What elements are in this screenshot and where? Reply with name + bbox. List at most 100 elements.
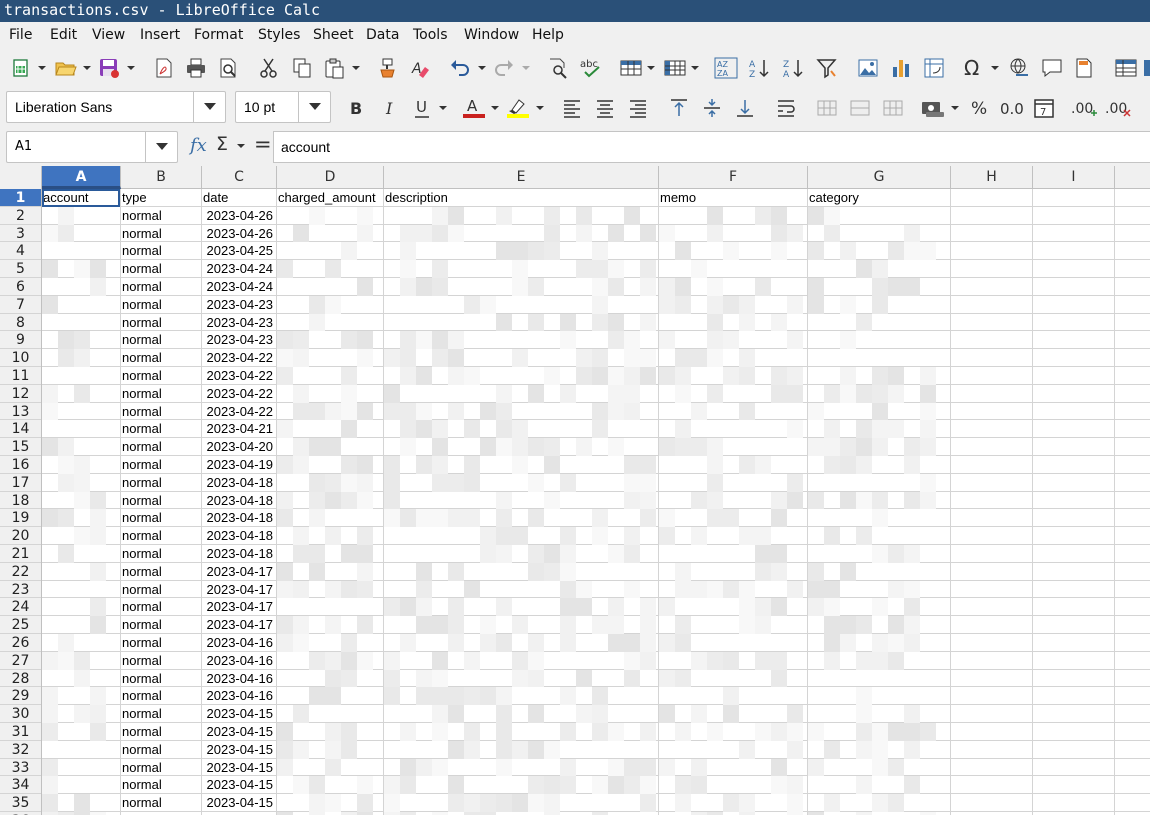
cut-icon[interactable]: [256, 54, 282, 82]
header-cell-memo[interactable]: memo: [659, 189, 807, 207]
row-icon[interactable]: [618, 54, 644, 82]
cell-date[interactable]: 2023-04-15: [202, 723, 276, 741]
highlight-dropdown-icon[interactable]: [535, 94, 545, 122]
row-header-22[interactable]: 22: [0, 563, 41, 581]
row-header-24[interactable]: 24: [0, 598, 41, 617]
bold-icon[interactable]: B: [343, 94, 369, 122]
paste-dropdown-icon[interactable]: [351, 54, 361, 82]
column-header-g[interactable]: G: [808, 166, 951, 189]
row-header-26[interactable]: 26: [0, 634, 41, 652]
cell-type[interactable]: normal: [121, 687, 201, 705]
print-preview-icon[interactable]: [215, 54, 241, 82]
row-header-21[interactable]: 21: [0, 545, 41, 563]
row-header-5[interactable]: 5: [0, 260, 41, 278]
cell-type[interactable]: normal: [121, 652, 201, 670]
cell-date[interactable]: 2023-04-26: [202, 225, 276, 243]
cell-date[interactable]: 2023-04-18: [202, 527, 276, 545]
row-header-34[interactable]: 34: [0, 776, 41, 795]
menu-data[interactable]: Data: [366, 22, 399, 48]
row-header-11[interactable]: 11: [0, 367, 41, 385]
copy-icon[interactable]: [289, 54, 315, 82]
italic-icon[interactable]: I: [377, 94, 403, 122]
find-replace-icon[interactable]: [545, 54, 571, 82]
row-header-12[interactable]: 12: [0, 385, 41, 403]
cell-date[interactable]: 2023-04-22: [202, 367, 276, 385]
row-header-6[interactable]: 6: [0, 278, 41, 296]
cell-type[interactable]: normal: [121, 349, 201, 367]
underline-dropdown-icon[interactable]: [438, 94, 448, 122]
cell-type[interactable]: normal: [121, 385, 201, 403]
row-header-35[interactable]: 35: [0, 794, 41, 812]
new-dropdown-icon[interactable]: [37, 54, 47, 82]
menu-styles[interactable]: Styles: [258, 22, 300, 48]
chevron-down-icon[interactable]: [298, 92, 330, 122]
sort-icon[interactable]: AZ ZA: [713, 54, 739, 82]
column-dropdown-icon[interactable]: [690, 54, 700, 82]
row-header-32[interactable]: 32: [0, 741, 41, 759]
cell-type[interactable]: normal: [121, 242, 201, 260]
menu-view[interactable]: View: [92, 22, 125, 48]
align-center-icon[interactable]: [592, 94, 618, 122]
cell-type[interactable]: normal: [121, 598, 201, 616]
column-header-d[interactable]: D: [277, 166, 384, 189]
cell-type[interactable]: normal: [121, 616, 201, 634]
print-icon[interactable]: [183, 54, 209, 82]
select-all-corner[interactable]: [0, 166, 42, 189]
cell-date[interactable]: 2023-04-16: [202, 670, 276, 688]
cell-type[interactable]: normal: [121, 492, 201, 510]
cell-date[interactable]: 2023-04-15: [202, 705, 276, 723]
cell-date[interactable]: 2023-04-20: [202, 438, 276, 456]
export-pdf-icon[interactable]: [151, 54, 177, 82]
cell-date[interactable]: 2023-04-24: [202, 278, 276, 296]
number-format-icon[interactable]: 0.0: [998, 94, 1024, 122]
cell-date[interactable]: 2023-04-22: [202, 403, 276, 421]
merge-cells-icon[interactable]: [847, 94, 873, 122]
row-header-23[interactable]: 23: [0, 581, 41, 599]
special-character-dropdown-icon[interactable]: [990, 54, 1000, 82]
hyperlink-icon[interactable]: [1006, 54, 1032, 82]
cell-type[interactable]: normal: [121, 527, 201, 545]
menu-window[interactable]: Window: [464, 22, 519, 48]
image-icon[interactable]: [855, 54, 881, 82]
function-wizard-icon[interactable]: 𝑓x: [190, 135, 207, 156]
cell-type[interactable]: normal: [121, 314, 201, 332]
cell-type[interactable]: normal: [121, 403, 201, 421]
cell-date[interactable]: 2023-04-23: [202, 296, 276, 314]
overflow-icon[interactable]: [1144, 54, 1150, 82]
cell-date[interactable]: 2023-04-15: [202, 759, 276, 777]
paste-icon[interactable]: [321, 54, 347, 82]
row-dropdown-icon[interactable]: [646, 54, 656, 82]
redo-dropdown-icon[interactable]: [521, 54, 531, 82]
column-header-h[interactable]: H: [951, 166, 1033, 189]
cell-date[interactable]: 2023-04-23: [202, 331, 276, 349]
open-icon[interactable]: [52, 54, 80, 82]
sum-dropdown-icon[interactable]: [237, 138, 245, 153]
cell-date[interactable]: 2023-04-18: [202, 545, 276, 563]
row-header-4[interactable]: 4: [0, 242, 41, 261]
font-name-combobox[interactable]: Liberation Sans: [6, 91, 226, 123]
align-right-icon[interactable]: [625, 94, 651, 122]
add-decimal-icon[interactable]: .00: [1070, 94, 1098, 122]
align-bottom-icon[interactable]: [732, 94, 758, 122]
cell-type[interactable]: normal: [121, 296, 201, 314]
row-header-18[interactable]: 18: [0, 492, 41, 510]
cell-date[interactable]: 2023-04-18: [202, 474, 276, 492]
header-cell-category[interactable]: category: [808, 189, 950, 207]
column-header-a[interactable]: A: [42, 166, 121, 189]
cell-type[interactable]: normal: [121, 581, 201, 599]
cell-type[interactable]: normal: [121, 723, 201, 741]
cell-date[interactable]: 2023-04-25: [202, 242, 276, 260]
cell-type[interactable]: normal: [121, 456, 201, 474]
cell-date[interactable]: 2023-04-16: [202, 687, 276, 705]
cell-date[interactable]: 2023-04-17: [202, 581, 276, 599]
menu-format[interactable]: Format: [194, 22, 243, 48]
row-header-29[interactable]: 29: [0, 687, 41, 706]
special-character-icon[interactable]: Ω: [960, 54, 986, 82]
row-header-31[interactable]: 31: [0, 723, 41, 741]
column-header-e[interactable]: E: [384, 166, 659, 189]
cell-date[interactable]: 2023-04-15: [202, 794, 276, 812]
header-cell-type[interactable]: type: [121, 189, 201, 207]
row-header-2[interactable]: 2: [0, 207, 41, 225]
row-header-13[interactable]: 13: [0, 403, 41, 421]
row-header-3[interactable]: 3: [0, 225, 41, 243]
